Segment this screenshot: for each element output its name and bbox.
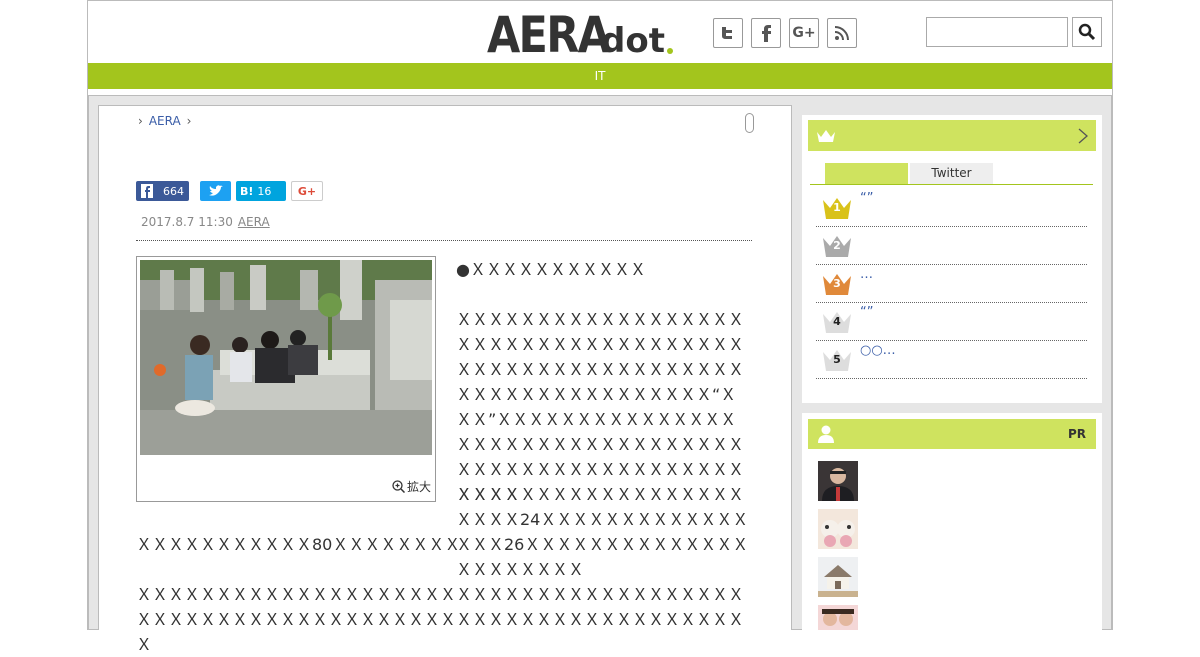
facebook-share-count: 664 [163,184,184,198]
category-label[interactable]: IT [595,69,606,83]
rank-title[interactable]: … [860,267,873,282]
ranking-item[interactable]: 2 [816,227,1087,265]
zoom-button[interactable]: 拡大 [392,478,431,495]
rank-number: 5 [833,353,841,366]
person-icon [818,425,834,443]
tab-ranking-twitter[interactable]: Twitter [910,163,993,184]
rank-title[interactable]: “” [860,305,873,320]
breadcrumb-item[interactable]: AERA [149,114,181,128]
rank-number: 4 [833,315,841,328]
ranking-widget: Twitter 1 “” 2 3… 4 “” 5 ○○… [802,115,1102,403]
site-logo[interactable]: AERA dot [487,8,673,60]
rss-icon[interactable] [827,18,857,48]
ranking-item[interactable]: 3… [816,265,1087,303]
logo-main: AERA [487,6,611,64]
ranking-item[interactable]: 1 “” [816,189,1087,227]
search-icon [1078,23,1096,41]
ranking-tabs: Twitter [825,163,993,184]
search-input[interactable] [926,17,1068,47]
pr-label: PR [1067,427,1086,441]
rank-number: 1 [833,201,841,214]
facebook-share-button[interactable]: 664 [136,181,189,201]
article-source-link[interactable]: AERA [238,215,270,229]
pr-thumbnail[interactable] [818,605,858,630]
chevron-right-icon[interactable] [1078,128,1088,144]
hatena-bookmark-button[interactable]: B! 16 [236,181,286,201]
rank-number: 3 [833,277,841,290]
pr-thumbnail[interactable] [818,461,858,501]
clip-icon[interactable] [745,113,754,133]
article-paragraph: ＸＸＸＸＸＸＸＸＸＸＸ80ＸＸＸＸＸＸＸＸ [136,535,461,554]
google-plus-label: G+ [297,184,317,198]
search-button[interactable] [1072,17,1102,47]
pr-widget: PR [802,413,1102,630]
google-plus-icon[interactable]: G+ [789,18,819,48]
rank-title[interactable]: “” [860,191,873,206]
google-plus-share-button[interactable]: G+ [291,181,323,201]
pr-thumbnail[interactable] [818,557,858,597]
logo-sub: dot [601,21,665,61]
rank-number: 2 [833,239,841,252]
zoom-in-icon [392,480,405,493]
tab-ranking-access[interactable] [825,163,908,184]
article-meta: 2017.8.7 11:30 AERA [141,215,270,229]
hatena-count: 16 [257,184,272,198]
facebook-icon [141,184,153,198]
article-subheading: ●ＸＸＸＸＸＸＸＸＸＸＸ [456,260,646,279]
article-date: 2017.8.7 11:30 [141,215,233,229]
rank-title[interactable]: ○○… [860,343,896,358]
site-header: AERA dot G+ [88,1,1112,63]
ranking-header[interactable] [808,120,1096,151]
article-photo[interactable] [140,260,432,455]
pr-header: PR [808,419,1096,449]
crown-icon [817,130,835,142]
twitter-bird-icon [208,185,223,196]
article-photo-box[interactable]: 拡大 [136,256,436,502]
logo-dot-mark [666,48,673,54]
twitter-share-button[interactable] [200,181,231,201]
article-paragraph: ＸＸＸＸＸＸＸＸＸＸＸＸＸＸＸＸＸＸＸＸＸＸＸＸＸＸＸＸＸＸＸＸＸＸＸＸＸＸＸＸ… [456,310,745,504]
facebook-icon[interactable] [751,18,781,48]
chevron-right-icon: › [186,114,192,128]
pr-thumbnail[interactable] [818,509,858,549]
ranking-item[interactable]: 4 “” [816,303,1087,341]
zoom-label: 拡大 [406,480,431,494]
twitter-icon[interactable] [713,18,743,48]
tab-underline [810,184,1093,185]
chevron-right-icon: › [138,114,143,128]
hatena-label: B! [240,184,254,198]
breadcrumb: › AERA › [138,114,191,128]
article-paragraph: ＸＸＸＸＸＸＸＸＸＸＸＸＸＸＸＸＸＸＸＸＸＸＸＸＸＸＸＸＸＸＸＸＸＸＸＸＸＸＸＸ… [136,585,745,654]
meta-divider [136,240,752,241]
category-nav[interactable]: IT [88,63,1112,89]
ranking-item[interactable]: 5 ○○… [816,341,1087,379]
